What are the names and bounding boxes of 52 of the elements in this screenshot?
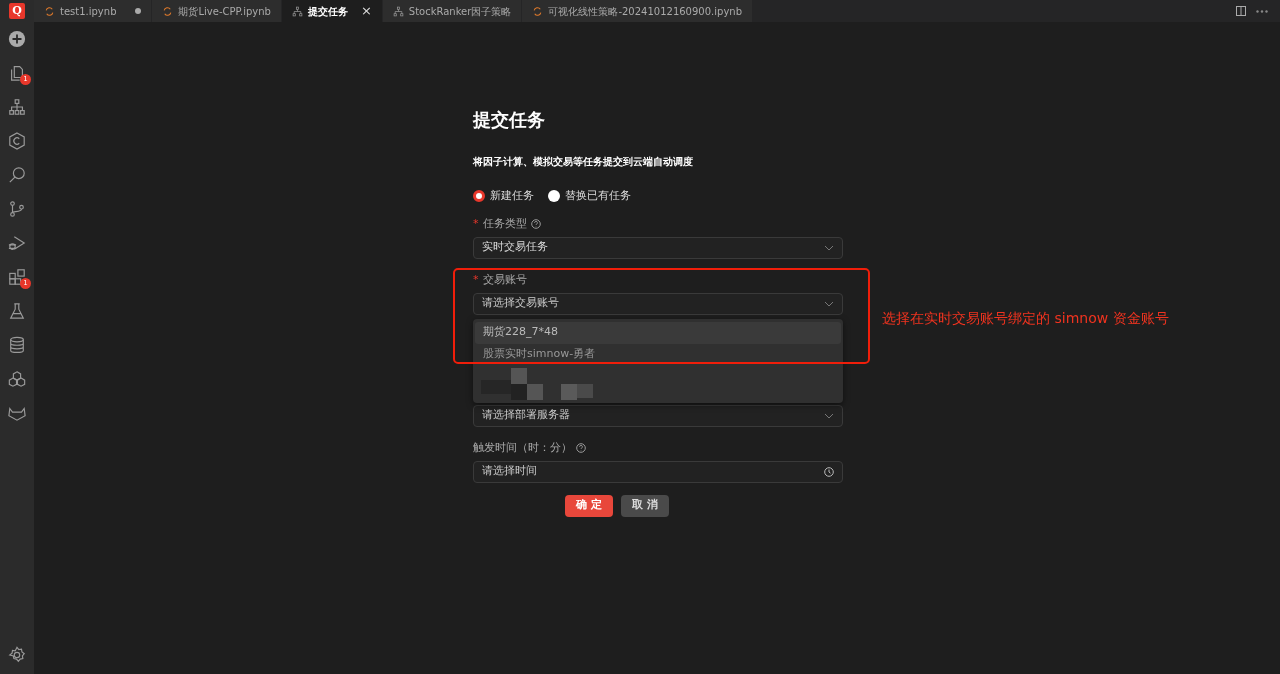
chevron-down-icon [824, 412, 834, 419]
dropdown-option[interactable]: 期货228_7*48 [475, 321, 841, 344]
branch-icon[interactable] [8, 200, 26, 218]
close-icon[interactable]: × [360, 1, 372, 21]
page-title: 提交任务 [473, 108, 546, 132]
refresh-icon [44, 5, 55, 17]
clock-icon [824, 466, 834, 477]
help-icon[interactable] [576, 442, 586, 453]
chevron-down-icon [824, 244, 834, 251]
confirm-button[interactable]: 确 定 [565, 494, 613, 517]
split-editor-icon[interactable] [1236, 6, 1246, 16]
editor-tab[interactable]: 提交任务 × [281, 0, 383, 22]
field-label: 任务类型 [482, 216, 527, 231]
logo: Q [9, 3, 25, 19]
hierarchy-icon [291, 5, 303, 17]
select-field[interactable]: 请选择交易账号 [473, 292, 843, 315]
annotation-text: 选择在实时交易账号绑定的 simnow 资金账号 [882, 309, 1169, 328]
cluster-icon[interactable] [8, 370, 26, 388]
help-icon[interactable] [530, 218, 541, 229]
radio-option[interactable]: 新建任务 [473, 188, 534, 205]
refresh-icon [162, 5, 174, 17]
editor-tab[interactable]: StockRanker因子策略 [382, 0, 523, 22]
files-icon[interactable] [8, 64, 26, 82]
hierarchy-icon[interactable] [8, 98, 26, 116]
run-debug-icon[interactable] [8, 234, 26, 252]
field-label: 交易账号 [482, 272, 527, 287]
cancel-button[interactable]: 取 消 [620, 494, 669, 517]
add-icon[interactable] [8, 30, 26, 48]
dropdown-option[interactable]: 股票实时simnow-勇者 [475, 343, 841, 366]
extensions-icon[interactable] [8, 268, 26, 286]
required-mark: * [473, 272, 479, 287]
description-text: 将因子计算、模拟交易等任务提交到云端自动调度 [473, 156, 694, 168]
select-field[interactable]: 请选择部署服务器 [473, 404, 843, 427]
hexagon-icon[interactable] [8, 132, 26, 150]
flask-icon[interactable] [8, 302, 26, 320]
radio-option[interactable]: 替换已有任务 [548, 188, 631, 205]
field-label: 触发时间（时：分） [473, 440, 572, 455]
refresh-icon [532, 5, 544, 17]
chevron-down-icon [824, 300, 834, 307]
fox-icon[interactable] [8, 404, 26, 422]
hierarchy-icon [392, 5, 404, 17]
editor-tab[interactable]: 期货Live-CPP.ipynb [152, 0, 282, 22]
settings-icon[interactable] [8, 646, 26, 664]
search-icon[interactable] [8, 166, 26, 184]
modified-dot-icon [135, 8, 142, 14]
required-mark: * [473, 216, 479, 231]
select-field[interactable]: 实时交易任务 [473, 236, 843, 259]
editor-tab[interactable]: test1.ipynb [34, 0, 153, 22]
more-icon[interactable] [1256, 9, 1268, 13]
time-picker[interactable]: 请选择时间 [473, 460, 843, 483]
database-icon[interactable] [8, 336, 26, 354]
editor-tab[interactable]: 可视化线性策略-20241012160900.ipynb [522, 0, 753, 22]
